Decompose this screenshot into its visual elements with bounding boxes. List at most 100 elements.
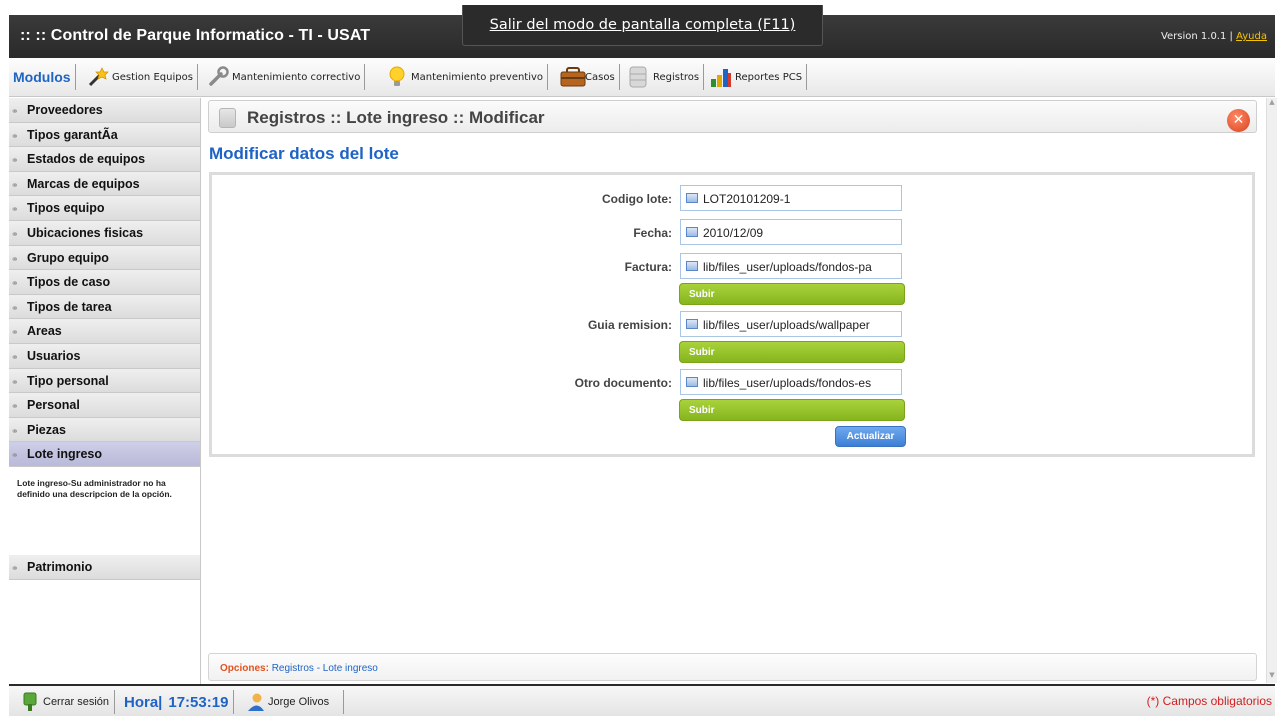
- status-bar: Cerrar sesión Hora| 17:53:19 Jorge Olivo…: [9, 684, 1275, 716]
- sidebar-item-label: Lote ingreso: [27, 447, 103, 462]
- link-icon: ⚭: [11, 425, 19, 436]
- otro-documento-field[interactable]: lib/files_user/uploads/fondos-es: [680, 369, 902, 395]
- sidebar-item-label: Usuarios: [27, 348, 81, 363]
- sidebar-item-label: Proveedores: [27, 103, 103, 117]
- link-icon: ⚭: [11, 278, 19, 289]
- actualizar-button[interactable]: Actualizar: [835, 426, 906, 447]
- factura-value: lib/files_user/uploads/fondos-pa: [703, 260, 872, 274]
- otro-documento-upload-button[interactable]: Subir: [679, 399, 905, 421]
- sidebar: ⚭ Proveedores ⚭ Tipos garantÃa ⚭ Estados de…: [9, 98, 201, 685]
- sidebar-item-label: Areas: [27, 324, 62, 339]
- sidebar-item-label: Marcas de equipos: [27, 176, 140, 191]
- link-icon: ⚭: [11, 130, 19, 141]
- fecha-label: Fecha:: [633, 226, 672, 240]
- link-icon: ⚭: [11, 204, 19, 215]
- close-button[interactable]: ✕: [1227, 109, 1250, 132]
- module-label: Reportes PCS: [735, 71, 803, 83]
- fecha-field[interactable]: 2010/12/09: [680, 219, 902, 245]
- current-user: Jorge Olivos: [245, 690, 345, 714]
- sidebar-item-label: Tipos de tarea: [27, 299, 112, 314]
- sidebar-item-proveedores[interactable]: ⚭ Proveedores: [9, 98, 200, 123]
- sidebar-item-tipos-tarea[interactable]: ⚭ Tipos de tarea: [9, 294, 200, 320]
- sidebar-item-tipos-caso[interactable]: ⚭ Tipos de caso: [9, 270, 200, 295]
- logout-button[interactable]: Cerrar sesión: [21, 690, 116, 714]
- link-icon: ⚭: [11, 401, 19, 412]
- sidebar-item-label: Piezas: [27, 422, 66, 437]
- fullscreen-exit-notice[interactable]: Salir del modo de pantalla completa (F11…: [462, 5, 823, 46]
- modules-label-container: Modulos: [13, 64, 76, 90]
- link-icon: ⚭: [11, 351, 19, 362]
- guia-remision-value: lib/files_user/uploads/wallpaper: [703, 318, 870, 332]
- scroll-down-icon[interactable]: ▼: [1267, 671, 1277, 683]
- lightbulb-icon: [386, 66, 408, 88]
- module-mantenimiento-preventivo[interactable]: Mantenimiento preventivo: [386, 64, 549, 90]
- sidebar-item-personal[interactable]: ⚭ Personal: [9, 393, 200, 418]
- sidebar-item-description: Lote ingreso-Su administrador no ha defi…: [9, 466, 200, 555]
- magic-wand-icon: [87, 66, 109, 88]
- module-gestion-equipos[interactable]: Gestion Equipos: [87, 64, 198, 90]
- module-reportes-pcs[interactable]: Reportes PCS: [710, 64, 808, 90]
- link-icon: ⚭: [11, 450, 19, 461]
- sidebar-item-label: Personal: [27, 398, 80, 413]
- hora-value: 17:53:19: [168, 693, 229, 711]
- text-field-icon: [686, 377, 698, 387]
- lote-form: Codigo lote: LOT20101209-1 Fecha: 2010/1…: [209, 172, 1255, 457]
- required-fields-note: (*) Campos obligatorios: [1146, 694, 1272, 708]
- sidebar-item-patrimonio[interactable]: ⚭ Patrimonio: [9, 554, 200, 580]
- page-header: Registros :: Lote ingreso :: Modificar ✕: [208, 100, 1257, 133]
- sidebar-item-ubicaciones-fisicas[interactable]: ⚭ Ubicaciones fisicas: [9, 220, 200, 246]
- database-icon: [219, 108, 236, 128]
- codigo-lote-field[interactable]: LOT20101209-1: [680, 185, 902, 211]
- codigo-label: Codigo lote:: [602, 192, 672, 206]
- main-content: Registros :: Lote ingreso :: Modificar ✕…: [208, 100, 1257, 681]
- factura-label: Factura:: [624, 260, 672, 274]
- guia-remision-field[interactable]: lib/files_user/uploads/wallpaper: [680, 311, 902, 337]
- guia-upload-button[interactable]: Subir: [679, 341, 905, 363]
- module-registros[interactable]: Registros: [628, 64, 705, 90]
- link-icon: ⚭: [11, 106, 19, 116]
- briefcase-icon: [560, 66, 586, 88]
- options-breadcrumb-link[interactable]: Registros - Lote ingreso: [272, 663, 378, 674]
- sidebar-item-label: Ubicaciones fisicas: [27, 225, 144, 240]
- vertical-scrollbar[interactable]: ▲ ▼: [1266, 98, 1277, 683]
- text-field-icon: [686, 227, 698, 237]
- modules-label: Modulos: [13, 69, 71, 85]
- sidebar-item-tipo-personal[interactable]: ⚭ Tipo personal: [9, 368, 200, 394]
- link-icon: ⚭: [11, 302, 19, 313]
- sidebar-item-tipos-garantia[interactable]: ⚭ Tipos garantÃa: [9, 122, 200, 148]
- link-icon: ⚭: [11, 562, 19, 573]
- sidebar-item-label: Tipo personal: [27, 373, 109, 388]
- sidebar-item-usuarios[interactable]: ⚭ Usuarios: [9, 343, 200, 369]
- factura-upload-button[interactable]: Subir: [679, 283, 905, 305]
- link-icon: ⚭: [11, 179, 19, 190]
- sidebar-item-label: Estados de equipos: [27, 152, 146, 167]
- text-field-icon: [686, 319, 698, 329]
- wrench-icon: [207, 66, 229, 88]
- sidebar-item-label: Tipos garantÃa: [27, 127, 118, 142]
- text-field-icon: [686, 261, 698, 271]
- module-casos[interactable]: Casos: [560, 64, 620, 90]
- sidebar-item-areas[interactable]: ⚭ Areas: [9, 319, 200, 344]
- module-mantenimiento-correctivo[interactable]: Mantenimiento correctivo: [207, 64, 366, 90]
- sidebar-item-tipos-equipo[interactable]: ⚭ Tipos equipo: [9, 196, 200, 221]
- sidebar-item-marcas-equipos[interactable]: ⚭ Marcas de equipos: [9, 171, 200, 197]
- page-title: Registros :: Lote ingreso :: Modificar: [247, 108, 545, 127]
- sidebar-item-lote-ingreso[interactable]: ⚭ Lote ingreso: [9, 442, 200, 467]
- codigo-lote-value: LOT20101209-1: [703, 192, 791, 206]
- scroll-up-icon[interactable]: ▲: [1267, 98, 1277, 110]
- fecha-value: 2010/12/09: [703, 226, 764, 240]
- module-label: Gestion Equipos: [112, 71, 193, 83]
- sidebar-item-grupo-equipo[interactable]: ⚭ Grupo equipo: [9, 245, 200, 271]
- link-icon: ⚭: [11, 228, 19, 239]
- factura-field[interactable]: lib/files_user/uploads/fondos-pa: [680, 253, 902, 279]
- bar-chart-icon: [710, 66, 732, 88]
- close-icon: ✕: [1232, 112, 1245, 128]
- module-label: Registros: [653, 71, 700, 83]
- sidebar-item-piezas[interactable]: ⚭ Piezas: [9, 417, 200, 443]
- help-link[interactable]: Ayuda: [1236, 31, 1267, 42]
- link-icon: ⚭: [11, 253, 19, 264]
- sidebar-item-label: Patrimonio: [27, 559, 93, 574]
- module-label: Mantenimiento correctivo: [232, 71, 361, 83]
- version-label: Version 1.0.1 |: [1160, 31, 1233, 42]
- sidebar-item-estados-equipos[interactable]: ⚭ Estados de equipos: [9, 147, 200, 172]
